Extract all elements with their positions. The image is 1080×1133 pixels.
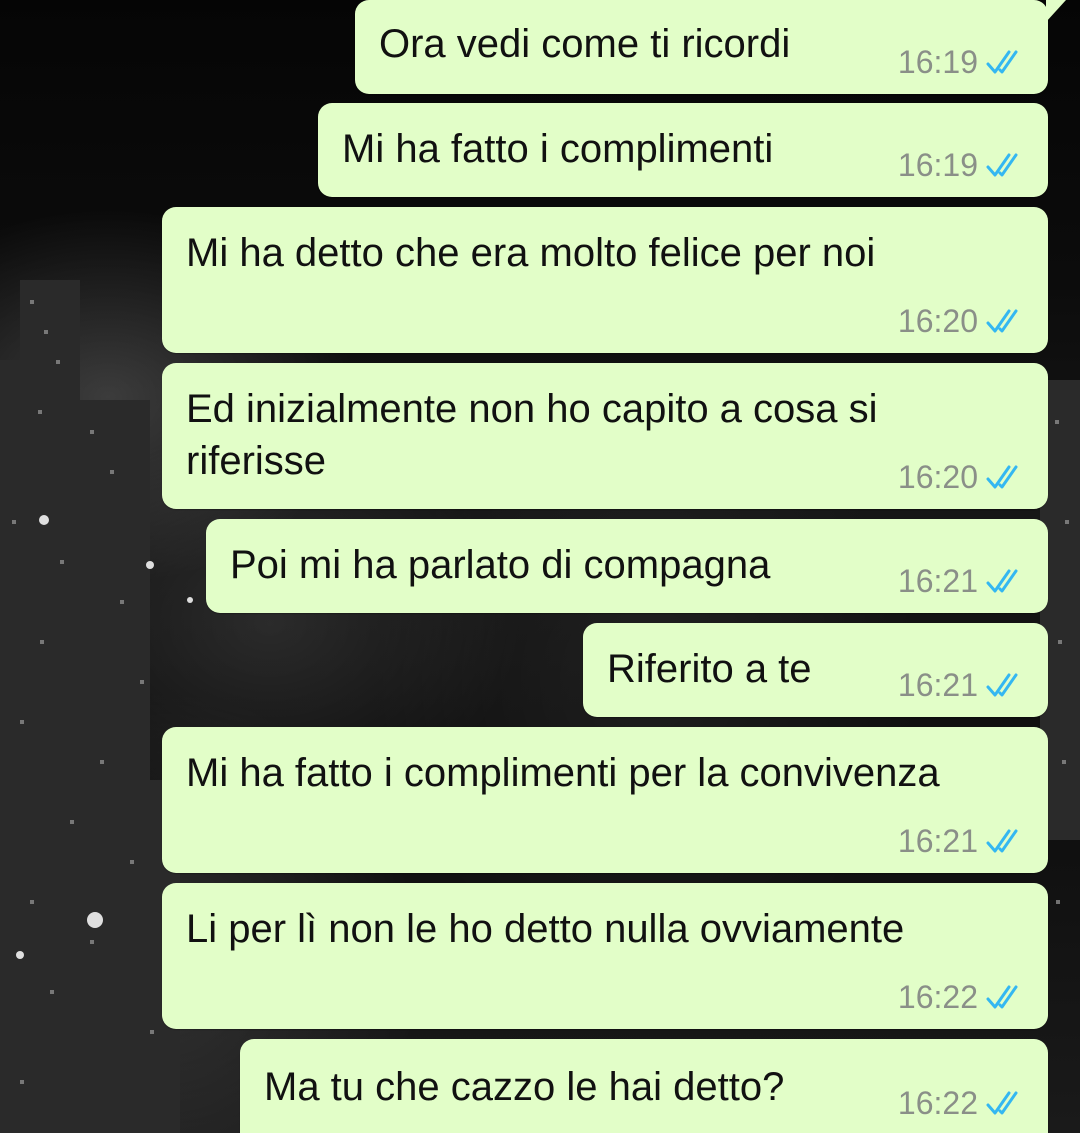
message-meta: 16:21 [898, 563, 1026, 599]
message-time: 16:19 [897, 44, 978, 80]
message-meta: 16:21 [898, 823, 1026, 859]
message-time: 16:19 [897, 147, 978, 183]
double-check-icon [986, 153, 1018, 177]
bubble-tail [1046, 0, 1066, 22]
double-check-icon [986, 829, 1018, 853]
message-time: 16:22 [897, 1085, 978, 1121]
message-meta: 16:21 [898, 667, 1026, 703]
double-check-icon [986, 1091, 1018, 1115]
message-meta: 16:20 [898, 459, 1026, 495]
message-bubble[interactable]: Mi ha detto che era molto felice per noi… [162, 207, 1048, 353]
message-time: 16:22 [897, 979, 978, 1015]
message-text: Riferito a te [607, 647, 812, 691]
message-time: 16:20 [897, 303, 978, 339]
double-check-icon [986, 309, 1018, 333]
message-text: Mi ha fatto i complimenti per la convive… [186, 751, 940, 795]
message-text: Ma tu che cazzo le hai detto? [264, 1065, 785, 1109]
message-time: 16:21 [897, 667, 978, 703]
message-bubble[interactable]: Mi ha fatto i complimenti 16:19 [318, 103, 1048, 197]
double-check-icon [986, 673, 1018, 697]
message-meta: 16:19 [898, 44, 1026, 80]
message-meta: 16:22 [898, 979, 1026, 1015]
double-check-icon [986, 465, 1018, 489]
message-bubble[interactable]: Riferito a te 16:21 [583, 623, 1048, 717]
double-check-icon [986, 569, 1018, 593]
message-bubble[interactable]: Ora vedi come ti ricordi 16:19 [355, 0, 1066, 94]
message-meta: 16:20 [898, 303, 1026, 339]
message-text: Poi mi ha parlato di compagna [230, 543, 771, 587]
message-time: 16:21 [897, 563, 978, 599]
message-meta: 16:22 [898, 1085, 1026, 1121]
message-bubble[interactable]: Ma tu che cazzo le hai detto? 16:22 [240, 1039, 1048, 1133]
message-text: Ora vedi come ti ricordi [379, 22, 791, 66]
message-bubble[interactable]: Li per lì non le ho detto nulla ovviamen… [162, 883, 1048, 1029]
message-text: Mi ha fatto i complimenti [342, 127, 774, 171]
message-meta: 16:19 [898, 147, 1026, 183]
message-time: 16:20 [897, 459, 978, 495]
message-text: Mi ha detto che era molto felice per noi [186, 231, 876, 275]
message-time: 16:21 [897, 823, 978, 859]
double-check-icon [986, 985, 1018, 1009]
message-bubble[interactable]: Ed inizialmente non ho capito a cosa si … [162, 363, 1048, 509]
message-text: Ed inizialmente non ho capito a cosa si … [186, 387, 878, 483]
double-check-icon [986, 50, 1018, 74]
message-bubble[interactable]: Poi mi ha parlato di compagna 16:21 [206, 519, 1048, 613]
message-text: Li per lì non le ho detto nulla ovviamen… [186, 907, 905, 951]
message-bubble[interactable]: Mi ha fatto i complimenti per la convive… [162, 727, 1048, 873]
